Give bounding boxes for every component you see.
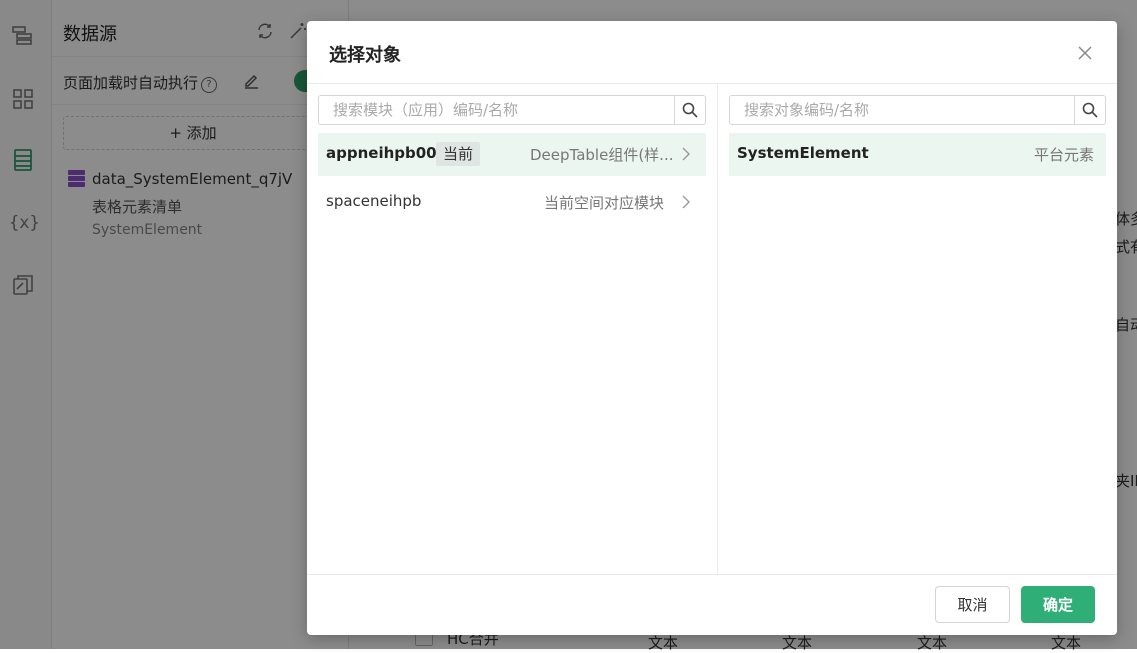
module-search-button[interactable]	[674, 96, 705, 124]
module-item-appneihpb004[interactable]: appneihpb004 当前 DeepTable组件(样...	[318, 133, 706, 176]
object-search-box	[729, 95, 1106, 125]
object-search-button[interactable]	[1074, 96, 1105, 124]
cancel-button[interactable]: 取消	[935, 586, 1010, 623]
object-item-systemelement[interactable]: SystemElement 平台元素	[729, 133, 1106, 176]
search-icon	[1082, 102, 1098, 118]
module-description: 当前空间对应模块	[544, 194, 665, 212]
module-name: appneihpb004	[326, 144, 448, 162]
close-icon[interactable]	[1076, 44, 1094, 62]
chevron-right-icon	[681, 194, 691, 210]
module-name: spaceneihpb	[326, 192, 422, 210]
select-object-dialog: 选择对象 appneihpb004 当前 DeepTable组件(样... sp…	[307, 21, 1117, 635]
object-search-input[interactable]	[730, 96, 1075, 124]
current-tag: 当前	[436, 142, 481, 166]
module-description: DeepTable组件(样...	[530, 146, 674, 164]
object-name: SystemElement	[737, 144, 869, 162]
module-search-box	[318, 95, 706, 125]
confirm-button[interactable]: 确定	[1021, 586, 1095, 623]
module-item-spaceneihpb[interactable]: spaceneihpb 当前空间对应模块	[318, 181, 706, 224]
object-description: 平台元素	[1034, 146, 1095, 164]
chevron-right-icon	[681, 146, 691, 162]
dialog-title: 选择对象	[329, 45, 401, 66]
search-icon	[682, 102, 698, 118]
module-search-input[interactable]	[319, 96, 675, 124]
